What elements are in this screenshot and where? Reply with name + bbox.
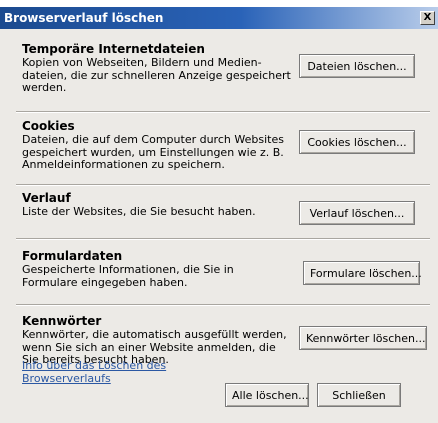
separator: [16, 238, 430, 240]
close-icon[interactable]: X: [420, 11, 435, 25]
close-button[interactable]: Schließen: [317, 383, 401, 407]
separator: [16, 111, 430, 113]
section-description: Liste der Websites, die Sie besucht habe…: [22, 205, 256, 218]
delete-passwords-button[interactable]: Kennwörter löschen...: [299, 326, 427, 350]
delete-history-button[interactable]: Verlauf löschen...: [299, 201, 415, 225]
section-description: Kopien von Webseiten, Bildern und Medien…: [22, 56, 291, 94]
dialog-body: Temporäre Internetdateien Kopien von Web…: [0, 29, 438, 423]
separator: [16, 184, 430, 186]
delete-cookies-button[interactable]: Cookies löschen...: [299, 130, 415, 154]
section-description: Gespeicherte Informationen, die Sie in F…: [22, 263, 234, 289]
delete-forms-button[interactable]: Formulare löschen...: [303, 261, 422, 285]
section-description: Dateien, die auf dem Computer durch Webs…: [22, 133, 284, 171]
dialog-title: Browserverlauf löschen: [4, 11, 164, 25]
delete-all-button[interactable]: Alle löschen...: [225, 383, 309, 407]
separator: [16, 304, 430, 306]
title-bar[interactable]: Browserverlauf löschen X: [0, 7, 438, 29]
info-link[interactable]: Info über das Löschen des Browserverlauf…: [22, 359, 182, 385]
delete-files-button[interactable]: Dateien löschen...: [299, 54, 415, 78]
